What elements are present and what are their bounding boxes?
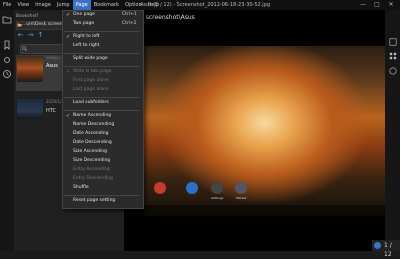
screenshot-image[interactable] — [144, 46, 385, 216]
back-icon[interactable]: ← — [16, 31, 25, 40]
right-toolbar — [385, 10, 400, 251]
menu-item-split-wide-page[interactable]: Split wide page — [73, 56, 108, 61]
menu-item-size-ascending[interactable]: Size Ascending — [73, 149, 107, 154]
google-app-icon — [154, 182, 166, 194]
menu-bookmark[interactable]: Bookmark — [91, 0, 122, 10]
viewer-path: d screenshot\Asus — [140, 14, 195, 21]
forward-icon[interactable]: → — [26, 31, 35, 40]
menu-item-shuffle[interactable]: Shuffle — [73, 185, 89, 190]
page-nav-icon[interactable] — [374, 242, 381, 249]
menu-view[interactable]: View — [14, 0, 32, 10]
thumbnail-htc[interactable] — [17, 99, 43, 119]
menu-item-size-descending[interactable]: Size Descending — [73, 158, 110, 163]
grid-icon[interactable] — [389, 52, 397, 60]
menu-bar: File View Image Jump Page Bookmark Optio… — [0, 0, 162, 10]
menu-item-reset-page-setting[interactable]: Reset page setting — [73, 198, 115, 203]
menu-separator — [64, 97, 140, 98]
item-label: Asus — [46, 63, 58, 69]
window-controls: — □ ✕ — [356, 0, 398, 10]
menu-item-date-descending[interactable]: Date Descending — [73, 140, 112, 145]
check-mark: ✓ — [66, 69, 71, 75]
check-mark: ✓ — [66, 12, 71, 18]
menu-item-name-ascending[interactable]: Name Ascending — [73, 113, 111, 118]
menu-jump[interactable]: Jump — [54, 0, 73, 10]
up-icon[interactable]: ↑ — [36, 31, 45, 40]
shortcut-one-page: Ctrl+1 — [122, 12, 137, 17]
item-date: 2020/1/... — [46, 56, 63, 60]
menu-item-last-page-alone: Last page alone — [73, 87, 109, 92]
menu-item-right-to-left[interactable]: Right to left — [73, 34, 100, 39]
menu-item-entry-descending: Entry Descending — [73, 176, 113, 181]
close-icon[interactable]: ✕ — [384, 0, 398, 10]
menu-separator — [64, 110, 140, 111]
menu-item-entry-ascending: Entry Ascending — [73, 167, 110, 172]
window-title: Asus (1 / 12) - Screenshot_2012-06-18-23… — [140, 2, 271, 8]
camera-app-icon — [211, 182, 223, 194]
menu-separator — [64, 53, 140, 54]
shortcut-two-page: Ctrl+2 — [122, 21, 137, 26]
menu-item-first-page-alone: First page alone — [73, 78, 109, 83]
menu-item-wide-is-two-page: Wide is two page — [73, 69, 112, 74]
folder-icon[interactable] — [2, 14, 12, 24]
bookmark-icon[interactable] — [2, 40, 12, 50]
menu-separator — [64, 66, 140, 67]
menu-item-load-subfolders[interactable]: Load subfolders — [73, 100, 109, 105]
settings-app-icon — [235, 182, 247, 194]
menu-image[interactable]: Image — [32, 0, 54, 10]
menu-file[interactable]: File — [0, 0, 14, 10]
android-nav-bar — [144, 205, 385, 216]
menu-item-one-page[interactable]: One page — [73, 12, 95, 17]
item-label[interactable]: HTC — [46, 108, 56, 114]
menu-item-two-page[interactable]: Two page — [73, 21, 94, 26]
menu-item-name-descending[interactable]: Name Descending — [73, 122, 114, 127]
page-count: 1 / 12 — [384, 242, 392, 258]
maximize-icon[interactable]: □ — [370, 0, 384, 10]
info-icon[interactable] — [389, 67, 397, 75]
menu-item-date-ascending[interactable]: Date Ascending — [73, 131, 109, 136]
settings-icon[interactable] — [2, 55, 12, 65]
search-icon — [22, 46, 27, 51]
app-label: Settings — [211, 196, 224, 200]
browser-app-icon — [186, 182, 198, 194]
menu-item-left-to-right[interactable]: Left to right — [73, 43, 99, 48]
thumbnail-asus — [17, 56, 43, 82]
history-icon[interactable] — [2, 69, 12, 79]
menu-separator — [64, 195, 140, 196]
check-mark: ✓ — [66, 113, 71, 119]
sidebar-toggle-icon[interactable] — [389, 38, 397, 46]
minimize-icon[interactable]: — — [356, 0, 370, 10]
app-label: Market — [236, 196, 247, 200]
check-mark: ✓ — [66, 34, 71, 40]
bookshelf-heading: Bookshelf — [16, 14, 38, 19]
menu-page[interactable]: Page — [72, 0, 91, 10]
menu-separator — [64, 31, 140, 32]
